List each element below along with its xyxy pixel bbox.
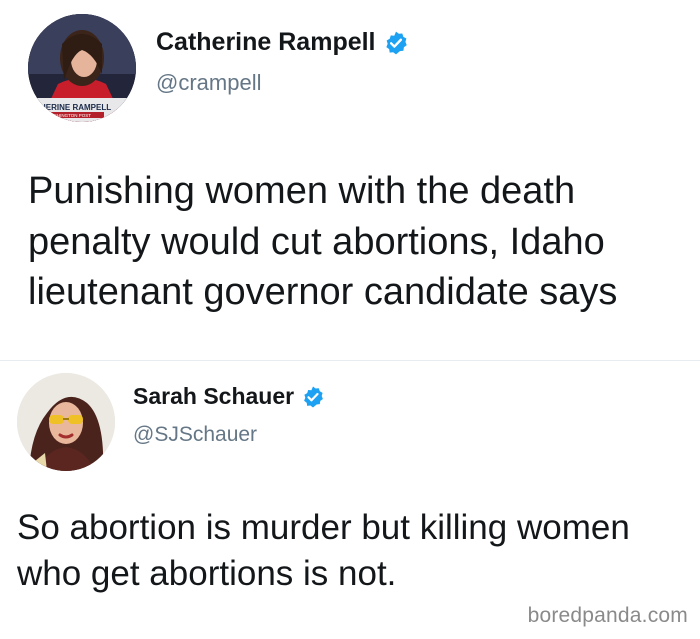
tweet-text: Punishing women with the death penalty w… [28,170,618,314]
tweet-card: HERINE RAMPELL T, WASHINGTON POST Cather… [0,0,700,360]
avatar-caption-name: HERINE RAMPELL [40,103,111,112]
avatar-image [17,373,115,471]
display-name[interactable]: Sarah Schauer [133,383,294,410]
author-name-row: Sarah Schauer [133,383,325,410]
avatar-image: HERINE RAMPELL T, WASHINGTON POST [28,14,136,122]
avatar[interactable]: HERINE RAMPELL T, WASHINGTON POST [28,14,136,122]
tweet-card: Sarah Schauer @SJSchauer So abortion is … [0,360,700,639]
avatar[interactable] [17,373,115,471]
tweet-text: So abortion is murder but killing women … [17,508,630,593]
avatar-caption-org: T, WASHINGTON POST [42,113,91,118]
watermark: boredpanda.com [527,604,688,627]
handle[interactable]: @SJSchauer [133,423,257,447]
display-name[interactable]: Catherine Rampell [156,28,376,57]
author-name-row: Catherine Rampell [156,28,409,57]
verified-badge-icon [383,30,409,56]
handle[interactable]: @crampell [156,70,261,96]
verified-badge-icon [301,385,325,409]
